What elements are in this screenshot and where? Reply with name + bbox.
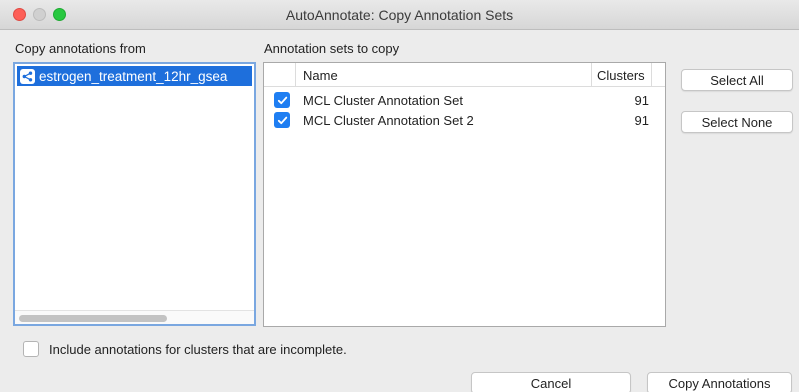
select-all-button[interactable]: Select All [681,69,793,91]
checkmark-icon [277,116,287,124]
title-bar: AutoAnnotate: Copy Annotation Sets [0,0,799,30]
network-share-icon [20,68,35,84]
network-name: estrogen_treatment_12hr_gsea [39,68,228,84]
copy-from-label: Copy annotations from [15,41,146,56]
row-checkbox[interactable] [274,92,290,108]
table-row[interactable]: MCL Cluster Annotation Set 2 91 [264,110,665,130]
include-incomplete-label: Include annotations for clusters that ar… [49,341,347,357]
cancel-button[interactable]: Cancel [471,372,631,392]
set-name: MCL Cluster Annotation Set 2 [303,112,474,128]
horizontal-scrollbar[interactable] [15,310,254,324]
scrollbar-thumb[interactable] [19,315,167,322]
column-header-clusters[interactable]: Clusters [592,63,652,87]
select-none-button[interactable]: Select None [681,111,793,133]
table-header: Name Clusters [264,63,665,87]
include-incomplete-option[interactable]: Include annotations for clusters that ar… [23,341,347,357]
row-checkbox[interactable] [274,112,290,128]
network-list-item[interactable]: estrogen_treatment_12hr_gsea [17,66,252,86]
include-incomplete-checkbox[interactable] [23,341,39,357]
set-name: MCL Cluster Annotation Set [303,92,463,108]
set-clusters: 91 [634,112,649,128]
column-header-name[interactable]: Name [296,63,592,87]
copy-annotations-button[interactable]: Copy Annotations [647,372,792,392]
sets-to-copy-label: Annotation sets to copy [264,41,400,56]
window-title: AutoAnnotate: Copy Annotation Sets [285,7,514,23]
table-row[interactable]: MCL Cluster Annotation Set 91 [264,90,665,110]
annotation-sets-table: Name Clusters MCL Cluster Annotation Set… [263,62,666,327]
source-network-list[interactable]: estrogen_treatment_12hr_gsea [13,62,256,326]
checkmark-icon [277,96,287,104]
column-header-check[interactable] [264,63,296,87]
set-clusters: 91 [634,92,649,108]
